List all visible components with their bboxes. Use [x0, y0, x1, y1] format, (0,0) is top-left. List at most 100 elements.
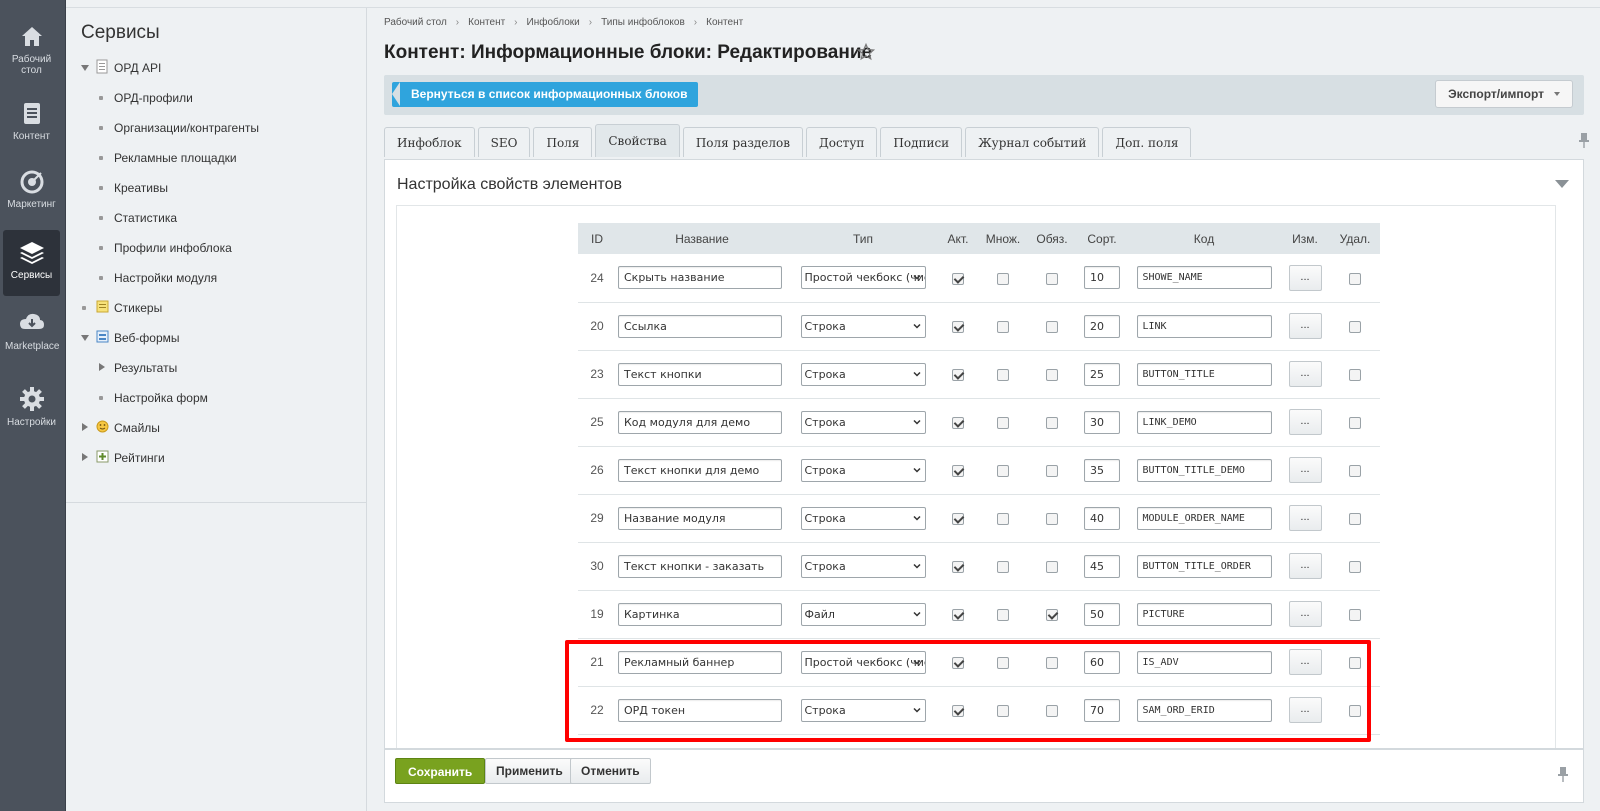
required-checkbox[interactable]	[1046, 560, 1058, 573]
required-checkbox[interactable]	[1046, 272, 1058, 285]
type-select[interactable]: Строка	[800, 506, 926, 530]
tab-seo[interactable]: SEO	[477, 127, 531, 157]
delete-checkbox[interactable]	[1349, 272, 1361, 285]
tab-extra-fields[interactable]: Доп. поля	[1102, 127, 1192, 157]
tab-captions[interactable]: Подписи	[880, 127, 963, 157]
multiple-checkbox[interactable]	[997, 560, 1009, 573]
active-checkbox[interactable]	[952, 320, 964, 333]
edit-property-button[interactable]: ...	[1288, 409, 1322, 435]
name-input[interactable]: Название модуля	[618, 506, 782, 530]
delete-checkbox[interactable]	[1349, 608, 1361, 621]
nav-desktop[interactable]: Рабочий стол	[3, 14, 60, 80]
tab-iblock[interactable]: Инфоблок	[384, 127, 475, 157]
type-select[interactable]: Строка	[800, 314, 926, 338]
code-input[interactable]: MODULE_ORDER_NAME	[1136, 506, 1272, 530]
code-input[interactable]: BUTTON_TITLE_ORDER	[1136, 554, 1272, 578]
type-select[interactable]: Файл	[800, 602, 926, 626]
save-button[interactable]: Сохранить	[395, 758, 486, 784]
required-checkbox[interactable]	[1046, 368, 1058, 381]
back-to-list-button[interactable]: Вернуться в список информационных блоков	[392, 82, 698, 107]
name-input[interactable]: Текст кнопки - заказать	[618, 554, 782, 578]
breadcrumb-link[interactable]: Рабочий стол	[384, 17, 447, 28]
required-checkbox[interactable]	[1046, 464, 1058, 477]
collapse-icon[interactable]	[1555, 180, 1569, 188]
delete-checkbox[interactable]	[1349, 368, 1361, 381]
delete-checkbox[interactable]	[1349, 560, 1361, 573]
multiple-checkbox[interactable]	[997, 608, 1009, 621]
breadcrumb-link[interactable]: Типы инфоблоков	[601, 17, 685, 28]
sort-input[interactable]: 45	[1084, 554, 1120, 578]
breadcrumb-link[interactable]: Контент	[706, 17, 743, 28]
breadcrumb-link[interactable]: Контент	[468, 17, 505, 28]
active-checkbox[interactable]	[952, 272, 964, 285]
edit-property-button[interactable]: ...	[1288, 505, 1322, 531]
star-icon[interactable]	[857, 43, 875, 61]
pin-icon[interactable]	[1578, 132, 1590, 148]
sort-input[interactable]: 35	[1084, 458, 1120, 482]
type-select[interactable]: Строка	[800, 458, 926, 482]
active-checkbox[interactable]	[952, 560, 964, 573]
active-checkbox[interactable]	[952, 464, 964, 477]
name-input[interactable]: Скрыть название	[618, 266, 782, 290]
edit-property-button[interactable]: ...	[1288, 457, 1322, 483]
multiple-checkbox[interactable]	[997, 320, 1009, 333]
breadcrumb-link[interactable]: Инфоблоки	[527, 17, 580, 28]
pin-icon[interactable]	[1557, 766, 1569, 782]
sort-input[interactable]: 50	[1084, 602, 1120, 626]
chevron-down-icon[interactable]	[81, 65, 89, 71]
sort-input[interactable]: 20	[1084, 314, 1120, 338]
export-import-button[interactable]: Экспорт/импорт	[1435, 80, 1573, 108]
delete-checkbox[interactable]	[1349, 416, 1361, 429]
name-input[interactable]: Текст кнопки	[618, 362, 782, 386]
name-input[interactable]: Ссылка	[618, 314, 782, 338]
multiple-checkbox[interactable]	[997, 368, 1009, 381]
sort-input[interactable]: 40	[1084, 506, 1120, 530]
nav-settings[interactable]: Настройки	[3, 377, 60, 443]
sort-input[interactable]: 30	[1084, 410, 1120, 434]
tab-fields[interactable]: Поля	[533, 127, 593, 157]
tab-event-log[interactable]: Журнал событий	[965, 127, 1100, 157]
apply-button[interactable]: Применить	[485, 758, 574, 784]
type-select[interactable]: Строка	[800, 410, 926, 434]
edit-property-button[interactable]: ...	[1288, 601, 1322, 627]
type-select[interactable]: Строка	[800, 362, 926, 386]
active-checkbox[interactable]	[952, 368, 964, 381]
code-input[interactable]: BUTTON_TITLE	[1136, 362, 1272, 386]
active-checkbox[interactable]	[952, 416, 964, 429]
code-input[interactable]: PICTURE	[1136, 602, 1272, 626]
edit-property-button[interactable]: ...	[1288, 361, 1322, 387]
nav-marketing[interactable]: Маркетинг	[3, 159, 60, 225]
delete-checkbox[interactable]	[1349, 512, 1361, 525]
name-input[interactable]: Картинка	[618, 602, 782, 626]
code-input[interactable]: LINK	[1136, 314, 1272, 338]
active-checkbox[interactable]	[952, 512, 964, 525]
code-input[interactable]: SHOWE_NAME	[1136, 266, 1272, 290]
nav-content[interactable]: Контент	[3, 91, 60, 157]
nav-marketplace[interactable]: Marketplace	[3, 301, 60, 367]
multiple-checkbox[interactable]	[997, 512, 1009, 525]
multiple-checkbox[interactable]	[997, 416, 1009, 429]
code-input[interactable]: BUTTON_TITLE_DEMO	[1136, 458, 1272, 482]
required-checkbox[interactable]	[1046, 416, 1058, 429]
required-checkbox[interactable]	[1046, 512, 1058, 525]
nav-services[interactable]: Сервисы	[3, 230, 60, 296]
edit-property-button[interactable]: ...	[1288, 553, 1322, 579]
chevron-right-icon[interactable]	[99, 363, 105, 371]
chevron-right-icon[interactable]	[82, 423, 88, 431]
chevron-right-icon[interactable]	[82, 453, 88, 461]
multiple-checkbox[interactable]	[997, 272, 1009, 285]
type-select[interactable]: Строка	[800, 554, 926, 578]
active-checkbox[interactable]	[952, 608, 964, 621]
sort-input[interactable]: 10	[1084, 266, 1120, 290]
edit-property-button[interactable]: ...	[1288, 313, 1322, 339]
multiple-checkbox[interactable]	[997, 464, 1009, 477]
cancel-button[interactable]: Отменить	[570, 758, 651, 784]
tab-section-fields[interactable]: Поля разделов	[682, 127, 803, 157]
name-input[interactable]: Текст кнопки для демо	[618, 458, 782, 482]
edit-property-button[interactable]: ...	[1288, 264, 1322, 291]
tab-access[interactable]: Доступ	[805, 127, 878, 157]
delete-checkbox[interactable]	[1349, 464, 1361, 477]
type-select[interactable]: Простой чекбокс (чис	[800, 266, 926, 290]
code-input[interactable]: LINK_DEMO	[1136, 410, 1272, 434]
tab-properties[interactable]: Свойства	[595, 124, 680, 157]
